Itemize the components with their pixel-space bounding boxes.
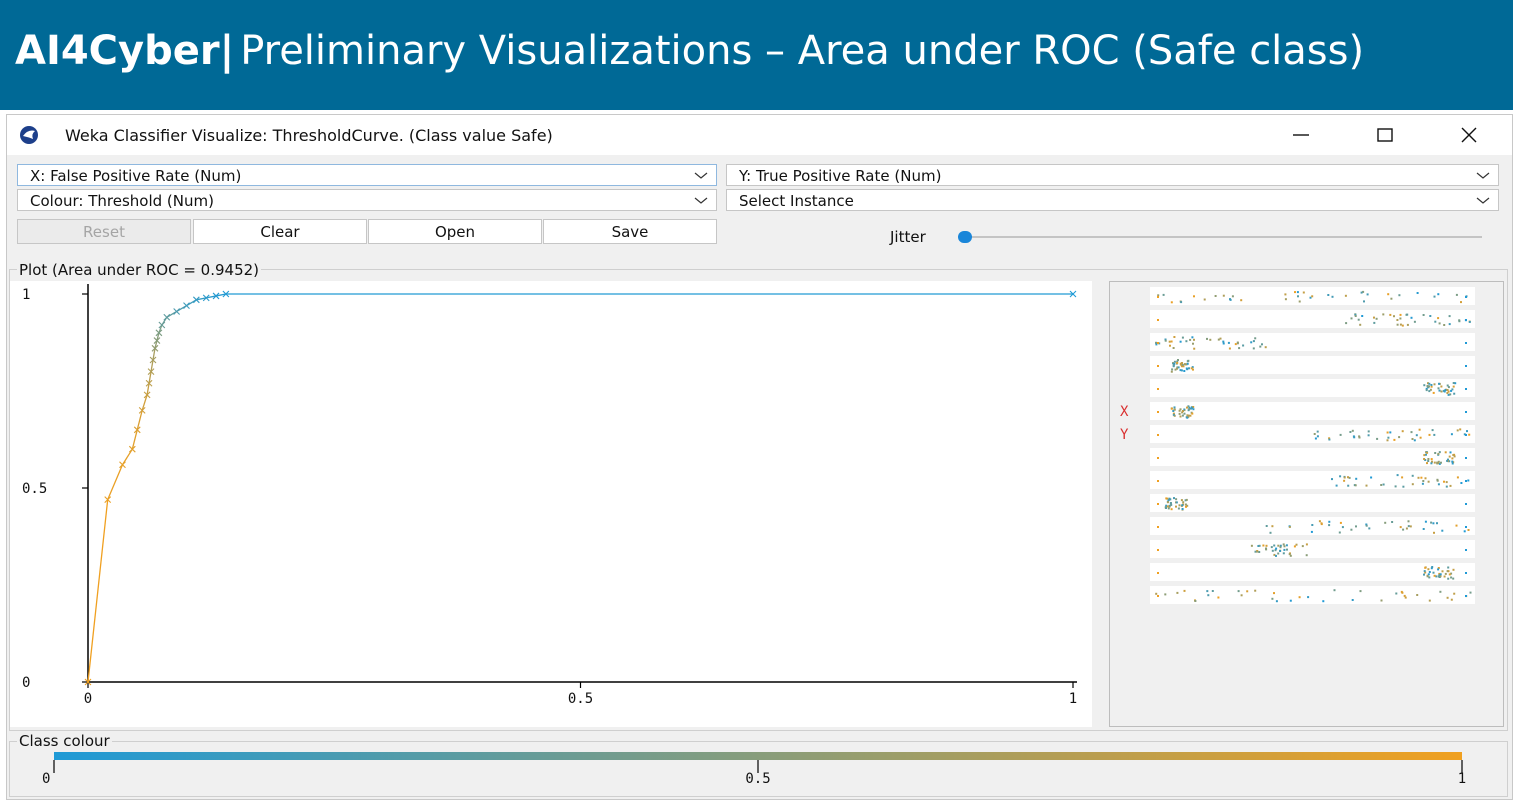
weka-window: Weka Classifier Visualize: ThresholdCurv… [6, 114, 1513, 800]
legend-tick-label: 0.5 [745, 771, 770, 787]
weka-bird-icon [20, 126, 38, 144]
attribute-bar-panel[interactable]: XY [1109, 281, 1504, 727]
clear-button[interactable]: Clear [193, 219, 367, 244]
open-button[interactable]: Open [368, 219, 542, 244]
roc-curve-segment [87, 499, 109, 683]
roc-point[interactable] [119, 461, 126, 469]
jitter-slider-thumb[interactable] [958, 231, 972, 243]
roc-curve-segment [121, 448, 133, 466]
x-tick-label: 0 [84, 691, 92, 707]
jitter-label: Jitter [890, 228, 926, 246]
reset-button[interactable]: Reset [17, 219, 191, 244]
class-colour-legend: 0 0.5 1 [42, 752, 1466, 787]
roc-curve-segment [107, 464, 124, 500]
attribute-strip[interactable] [1150, 356, 1475, 374]
attribute-strip[interactable] [1150, 333, 1475, 351]
attribute-strip[interactable] [1150, 402, 1475, 420]
minimize-icon [1293, 134, 1309, 136]
chevron-down-icon [1476, 172, 1490, 179]
slide-title: AI4Cyber| Preliminary Visualizations – Ar… [15, 28, 1364, 74]
y-tick-label: 0.5 [22, 481, 47, 497]
attribute-strip[interactable] [1150, 563, 1475, 581]
x-tick-label: 1 [1069, 691, 1077, 707]
select-instance-select[interactable]: Select Instance [726, 189, 1499, 211]
plot-group-title: Plot (Area under ROC = 0.9452) [17, 261, 262, 279]
attribute-strip[interactable] [1150, 494, 1475, 512]
roc-point[interactable] [163, 313, 171, 321]
y-tick-label: 1 [22, 287, 30, 303]
attribute-strip[interactable] [1150, 425, 1475, 443]
class-colour-gradient-bar [54, 752, 1462, 760]
roc-point[interactable] [183, 302, 190, 310]
slide-subtitle: Preliminary Visualizations – Area under … [240, 28, 1365, 74]
jitter-slider-track[interactable] [962, 236, 1482, 238]
close-button[interactable] [1447, 119, 1491, 151]
select-instance-value: Select Instance [739, 192, 854, 210]
colour-select-value: Colour: Threshold (Num) [30, 192, 214, 210]
attribute-bars: XY [1120, 287, 1475, 604]
y-marker: Y [1120, 427, 1129, 443]
maximize-icon [1377, 128, 1393, 142]
slide-banner: AI4Cyber| Preliminary Visualizations – Ar… [0, 0, 1513, 110]
roc-point[interactable] [173, 308, 181, 315]
x-tick-label: 0.5 [568, 691, 593, 707]
attribute-strip[interactable] [1150, 310, 1475, 328]
maximize-button[interactable] [1363, 119, 1407, 151]
colour-select[interactable]: Colour: Threshold (Num) [17, 189, 717, 211]
chevron-down-icon [694, 172, 708, 179]
y-tick-label: 0 [22, 675, 30, 691]
x-marker: X [1120, 404, 1129, 420]
chevron-down-icon [1476, 197, 1490, 204]
y-axis-select[interactable]: Y: True Positive Rate (Num) [726, 164, 1499, 186]
title-separator: | [219, 28, 235, 74]
brand-name: AI4Cyber [15, 28, 220, 74]
roc-plot-area[interactable]: 0 0.5 1 0 0.5 1 [10, 281, 1092, 727]
roc-chart: 0 0.5 1 0 0.5 1 [22, 284, 1077, 707]
chevron-down-icon [694, 197, 708, 204]
window-titlebar: Weka Classifier Visualize: ThresholdCurv… [7, 115, 1512, 155]
legend-tick-label: 1 [1458, 771, 1466, 787]
minimize-button[interactable] [1279, 119, 1323, 151]
x-axis-select-value: X: False Positive Rate (Num) [30, 167, 242, 185]
attribute-strip[interactable] [1150, 471, 1475, 489]
x-axis-select[interactable]: X: False Positive Rate (Num) [17, 164, 717, 186]
y-axis-select-value: Y: True Positive Rate (Num) [739, 167, 942, 185]
legend-tick-label: 0 [42, 771, 50, 787]
close-icon [1461, 127, 1477, 143]
attribute-strip[interactable] [1150, 540, 1475, 558]
save-button[interactable]: Save [543, 219, 717, 244]
attribute-strip[interactable] [1150, 586, 1475, 604]
window-title: Weka Classifier Visualize: ThresholdCurv… [65, 126, 553, 145]
roc-point[interactable] [158, 321, 166, 329]
